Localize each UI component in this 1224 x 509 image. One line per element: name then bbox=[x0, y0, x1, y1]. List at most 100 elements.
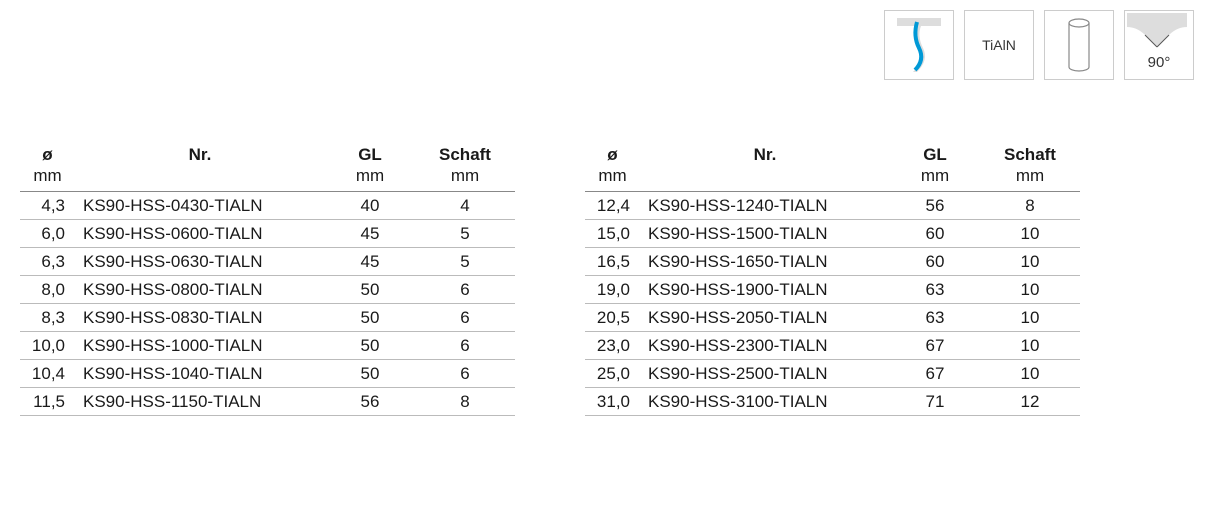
col-gl: GLmm bbox=[325, 140, 415, 191]
col-diameter: ømm bbox=[585, 140, 640, 191]
coating-label: TiAlN bbox=[982, 37, 1016, 53]
col-number: Nr. bbox=[640, 140, 890, 191]
cell-schaft: 10 bbox=[980, 303, 1080, 331]
col-gl: GLmm bbox=[890, 140, 980, 191]
table-row: 23,0KS90-HSS-2300-TIALN6710 bbox=[585, 331, 1080, 359]
table-row: 10,4KS90-HSS-1040-TIALN506 bbox=[20, 359, 515, 387]
col-schaft: Schaftmm bbox=[980, 140, 1080, 191]
cell-schaft: 6 bbox=[415, 275, 515, 303]
point-angle-90-icon: 90° bbox=[1124, 10, 1194, 80]
cell-number: KS90-HSS-3100-TIALN bbox=[640, 387, 890, 415]
cell-number: KS90-HSS-0830-TIALN bbox=[75, 303, 325, 331]
cell-schaft: 5 bbox=[415, 247, 515, 275]
property-icons-row: TiAlN 90° bbox=[20, 10, 1204, 80]
table-row: 20,5KS90-HSS-2050-TIALN6310 bbox=[585, 303, 1080, 331]
cell-gl: 45 bbox=[325, 219, 415, 247]
cell-schaft: 10 bbox=[980, 359, 1080, 387]
cylindrical-shank-icon bbox=[1044, 10, 1114, 80]
cell-number: KS90-HSS-1500-TIALN bbox=[640, 219, 890, 247]
cell-gl: 50 bbox=[325, 303, 415, 331]
spec-tables: ømm Nr. GLmm Schaftmm 4,3KS90-HSS-0430-T… bbox=[20, 140, 1204, 416]
table-row: 4,3KS90-HSS-0430-TIALN404 bbox=[20, 191, 515, 219]
cell-diameter: 10,4 bbox=[20, 359, 75, 387]
table-row: 6,0KS90-HSS-0600-TIALN455 bbox=[20, 219, 515, 247]
cell-schaft: 10 bbox=[980, 275, 1080, 303]
cell-number: KS90-HSS-0430-TIALN bbox=[75, 191, 325, 219]
table-row: 6,3KS90-HSS-0630-TIALN455 bbox=[20, 247, 515, 275]
cell-number: KS90-HSS-0600-TIALN bbox=[75, 219, 325, 247]
cell-diameter: 15,0 bbox=[585, 219, 640, 247]
cell-gl: 40 bbox=[325, 191, 415, 219]
table-row: 15,0KS90-HSS-1500-TIALN6010 bbox=[585, 219, 1080, 247]
coating-tialn-icon: TiAlN bbox=[964, 10, 1034, 80]
table-row: 16,5KS90-HSS-1650-TIALN6010 bbox=[585, 247, 1080, 275]
table-row: 8,0KS90-HSS-0800-TIALN506 bbox=[20, 275, 515, 303]
cell-number: KS90-HSS-1650-TIALN bbox=[640, 247, 890, 275]
angle-label: 90° bbox=[1148, 54, 1171, 71]
table-header-row: ømm Nr. GLmm Schaftmm bbox=[585, 140, 1080, 191]
cell-schaft: 8 bbox=[980, 191, 1080, 219]
col-schaft: Schaftmm bbox=[415, 140, 515, 191]
table-row: 8,3KS90-HSS-0830-TIALN506 bbox=[20, 303, 515, 331]
cell-diameter: 6,3 bbox=[20, 247, 75, 275]
cell-gl: 56 bbox=[890, 191, 980, 219]
cell-number: KS90-HSS-2500-TIALN bbox=[640, 359, 890, 387]
cell-number: KS90-HSS-2300-TIALN bbox=[640, 331, 890, 359]
cell-schaft: 8 bbox=[415, 387, 515, 415]
table-row: 10,0KS90-HSS-1000-TIALN506 bbox=[20, 331, 515, 359]
cell-number: KS90-HSS-1040-TIALN bbox=[75, 359, 325, 387]
cell-schaft: 4 bbox=[415, 191, 515, 219]
table-row: 25,0KS90-HSS-2500-TIALN6710 bbox=[585, 359, 1080, 387]
cell-gl: 56 bbox=[325, 387, 415, 415]
cell-diameter: 16,5 bbox=[585, 247, 640, 275]
cell-gl: 63 bbox=[890, 275, 980, 303]
cell-diameter: 8,3 bbox=[20, 303, 75, 331]
cell-diameter: 8,0 bbox=[20, 275, 75, 303]
cell-gl: 67 bbox=[890, 359, 980, 387]
cell-gl: 50 bbox=[325, 359, 415, 387]
cell-gl: 45 bbox=[325, 247, 415, 275]
cell-diameter: 12,4 bbox=[585, 191, 640, 219]
cell-number: KS90-HSS-2050-TIALN bbox=[640, 303, 890, 331]
table-header-row: ømm Nr. GLmm Schaftmm bbox=[20, 140, 515, 191]
cell-diameter: 25,0 bbox=[585, 359, 640, 387]
cell-number: KS90-HSS-0630-TIALN bbox=[75, 247, 325, 275]
cell-diameter: 4,3 bbox=[20, 191, 75, 219]
col-diameter: ømm bbox=[20, 140, 75, 191]
cell-number: KS90-HSS-1240-TIALN bbox=[640, 191, 890, 219]
cell-gl: 50 bbox=[325, 331, 415, 359]
cell-number: KS90-HSS-1000-TIALN bbox=[75, 331, 325, 359]
cell-schaft: 12 bbox=[980, 387, 1080, 415]
cell-schaft: 10 bbox=[980, 219, 1080, 247]
table-row: 11,5KS90-HSS-1150-TIALN568 bbox=[20, 387, 515, 415]
cell-number: KS90-HSS-1150-TIALN bbox=[75, 387, 325, 415]
cell-diameter: 11,5 bbox=[20, 387, 75, 415]
cell-gl: 60 bbox=[890, 219, 980, 247]
cell-schaft: 6 bbox=[415, 303, 515, 331]
cell-gl: 63 bbox=[890, 303, 980, 331]
cell-gl: 67 bbox=[890, 331, 980, 359]
table-row: 12,4KS90-HSS-1240-TIALN568 bbox=[585, 191, 1080, 219]
cell-gl: 71 bbox=[890, 387, 980, 415]
cell-schaft: 6 bbox=[415, 359, 515, 387]
table-row: 19,0KS90-HSS-1900-TIALN6310 bbox=[585, 275, 1080, 303]
cell-gl: 60 bbox=[890, 247, 980, 275]
col-number: Nr. bbox=[75, 140, 325, 191]
cell-diameter: 10,0 bbox=[20, 331, 75, 359]
table-row: 31,0KS90-HSS-3100-TIALN7112 bbox=[585, 387, 1080, 415]
cell-gl: 50 bbox=[325, 275, 415, 303]
cell-schaft: 10 bbox=[980, 331, 1080, 359]
coolant-through-icon bbox=[884, 10, 954, 80]
cell-diameter: 20,5 bbox=[585, 303, 640, 331]
cell-schaft: 6 bbox=[415, 331, 515, 359]
cell-number: KS90-HSS-1900-TIALN bbox=[640, 275, 890, 303]
cell-diameter: 31,0 bbox=[585, 387, 640, 415]
cell-schaft: 5 bbox=[415, 219, 515, 247]
cell-schaft: 10 bbox=[980, 247, 1080, 275]
cell-number: KS90-HSS-0800-TIALN bbox=[75, 275, 325, 303]
spec-table-left: ømm Nr. GLmm Schaftmm 4,3KS90-HSS-0430-T… bbox=[20, 140, 515, 416]
cell-diameter: 23,0 bbox=[585, 331, 640, 359]
cell-diameter: 6,0 bbox=[20, 219, 75, 247]
spec-table-right: ømm Nr. GLmm Schaftmm 12,4KS90-HSS-1240-… bbox=[585, 140, 1080, 416]
cell-diameter: 19,0 bbox=[585, 275, 640, 303]
